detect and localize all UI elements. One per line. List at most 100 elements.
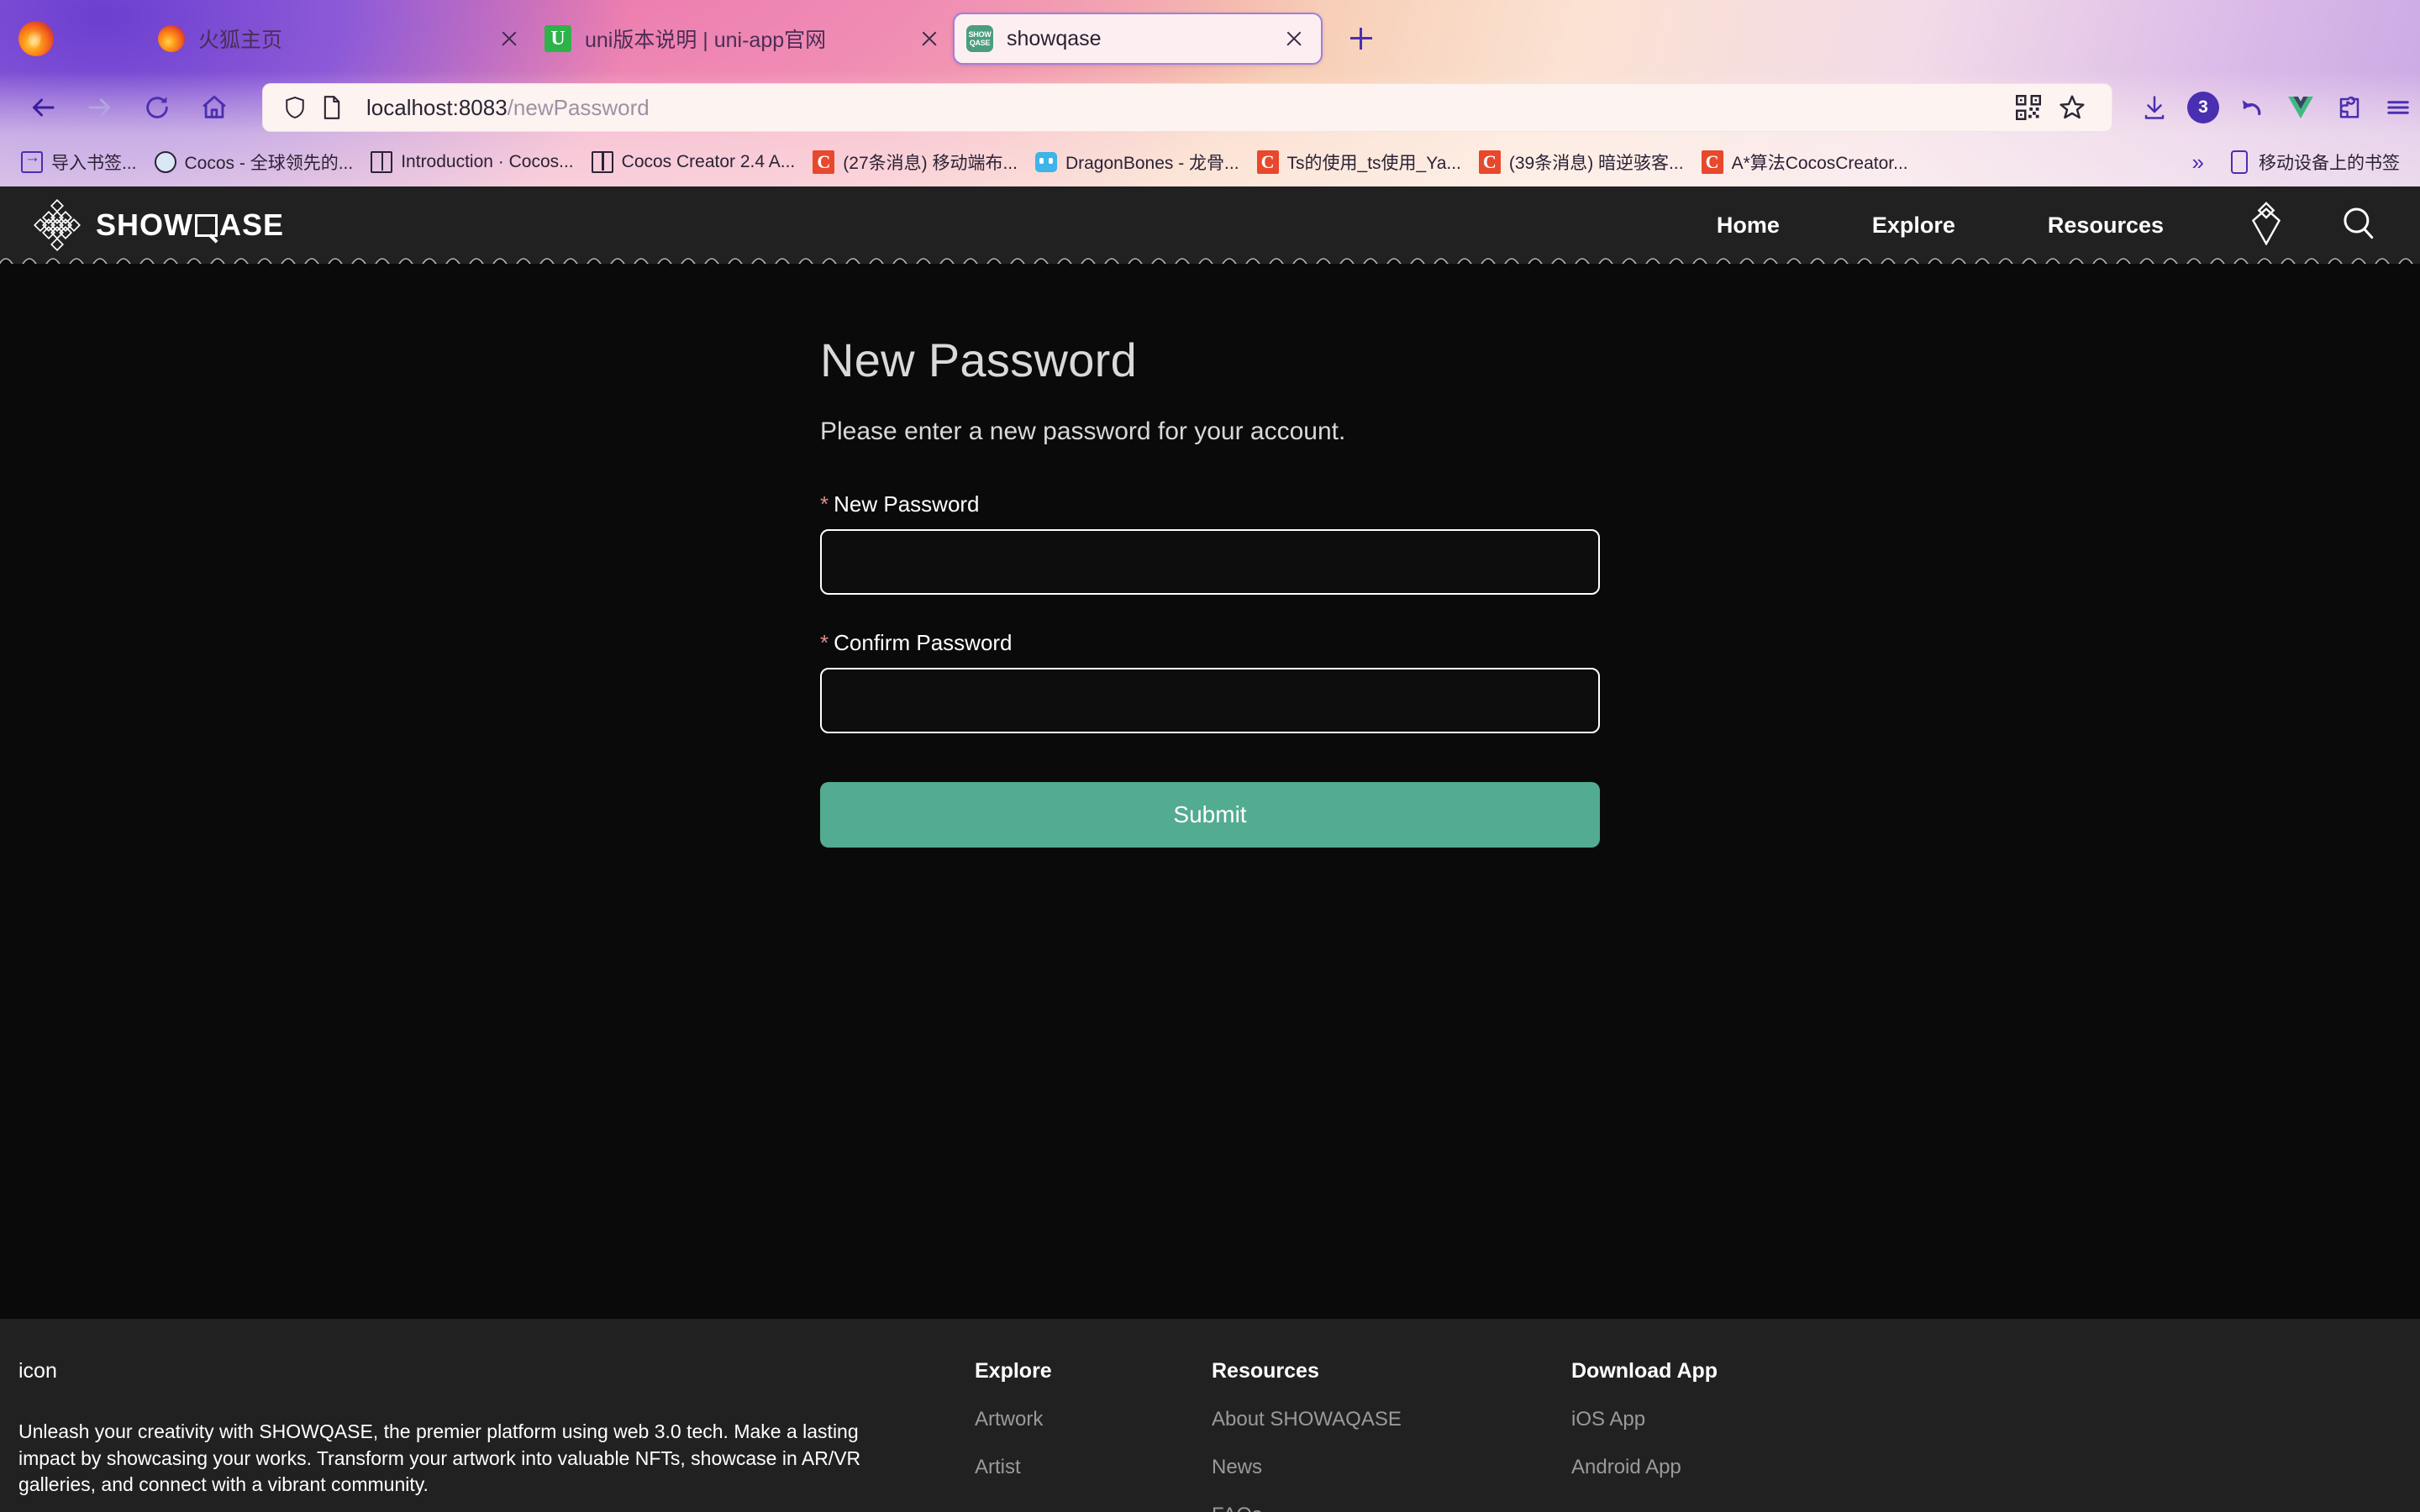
downloads-icon[interactable] (2133, 86, 2176, 129)
bookmark-label: Introduction · Cocos... (401, 152, 574, 171)
showqase-icon: SHOW QASE (966, 25, 993, 52)
bookmark-item[interactable]: Cocos Creator 2.4 A... (582, 143, 804, 181)
firefox-icon (158, 25, 185, 52)
badge-count: 3 (2187, 92, 2219, 123)
csdn-icon: C (1701, 150, 1724, 174)
new-password-form: New Password Please enter a new password… (820, 264, 1600, 848)
cocos-icon (154, 150, 177, 174)
footer-link-faqs[interactable]: FAQs (1212, 1504, 1571, 1512)
bookmarks-overflow-icon[interactable]: » (2177, 150, 2219, 176)
nav-icon-group (2250, 201, 2376, 249)
required-marker: * (820, 491, 829, 517)
menu-icon[interactable] (2376, 86, 2420, 129)
bookmark-item[interactable]: C (39条消息) 暗逆骇客... (1470, 143, 1692, 181)
field-label-text: New Password (834, 491, 980, 517)
bookmark-item[interactable]: Cocos - 全球领先的... (145, 143, 362, 181)
bookmark-label: (39条消息) 暗逆骇客... (1508, 154, 1684, 173)
book-icon (370, 150, 393, 174)
page-subtitle: Please enter a new password for your acc… (820, 417, 1346, 445)
footer-link-android[interactable]: Android App (1571, 1456, 1790, 1479)
brand-name-suffix: ASE (219, 207, 285, 242)
brand-logo[interactable]: SHOW ASE (34, 199, 284, 251)
gem-icon[interactable] (2250, 201, 2282, 249)
browser-tab[interactable]: 火狐主页 (146, 13, 466, 65)
sync-icon[interactable] (2230, 86, 2274, 129)
bookmark-item[interactable]: C A*算法CocosCreator... (1692, 143, 1917, 181)
footer-column-title: Resources (1212, 1359, 1319, 1383)
footer-description: Unleash your creativity with SHOWQASE, t… (18, 1420, 861, 1495)
brand-name-prefix: SHOW (96, 207, 193, 242)
tab-strip: 火狐主页 U uni版本说明 | uni-app官网 SHOW QASE show… (0, 0, 2420, 77)
extension-icon[interactable] (2328, 86, 2371, 129)
footer-link-news[interactable]: News (1212, 1456, 1571, 1479)
new-password-input[interactable] (820, 529, 1600, 595)
main-content: New Password Please enter a new password… (0, 264, 2420, 1319)
footer-brand-block: icon Unleash your creativity with SHOWQA… (0, 1359, 975, 1512)
nav-item-home[interactable]: Home (1717, 213, 1780, 239)
page-content: SHOW ASE Home Explore Resources New Pass… (0, 186, 2420, 1512)
forward-icon (77, 85, 123, 130)
nav-item-resources[interactable]: Resources (2048, 213, 2164, 239)
dragonbones-icon (1034, 150, 1058, 174)
footer-link-about[interactable]: About SHOWAQASE (1212, 1408, 1571, 1431)
tab-close-icon[interactable] (1279, 24, 1309, 54)
search-icon[interactable] (2341, 206, 2376, 245)
page-title: New Password (820, 333, 1138, 386)
back-icon[interactable] (20, 85, 66, 130)
url-text: localhost:8083/newPassword (366, 95, 2007, 121)
qrcode-icon[interactable] (2007, 86, 2050, 129)
site-footer: icon Unleash your creativity with SHOWQA… (0, 1319, 2420, 1512)
bookmark-item[interactable]: C (27条消息) 移动端布... (803, 143, 1026, 181)
bookmark-label: Cocos - 全球领先的... (184, 154, 354, 173)
vue-devtools-icon[interactable] (2279, 86, 2323, 129)
bookmarks-bar: 导入书签... Cocos - 全球领先的... Introduction · … (0, 138, 2420, 186)
confirm-password-input[interactable] (820, 668, 1600, 733)
bookmark-label: 导入书签... (51, 154, 137, 173)
url-path: /newPassword (507, 94, 650, 120)
footer-link-artwork[interactable]: Artwork (975, 1408, 1212, 1431)
csdn-icon: C (812, 150, 835, 174)
page-info-icon[interactable] (318, 93, 346, 122)
import-bookmarks-icon (20, 149, 44, 174)
required-marker: * (820, 630, 829, 655)
brand-q-icon (195, 213, 218, 237)
book-icon (591, 150, 614, 174)
footer-column-title: Explore (975, 1359, 1052, 1383)
browser-tab[interactable]: U uni版本说明 | uni-app官网 (533, 13, 886, 65)
footer-link-artist[interactable]: Artist (975, 1456, 1212, 1479)
reload-icon[interactable] (134, 85, 180, 130)
field-new-password: * New Password (820, 491, 1600, 595)
tab-close-icon[interactable] (914, 24, 944, 54)
tab-title: uni版本说明 | uni-app官网 (585, 29, 827, 52)
download-count-badge[interactable]: 3 (2181, 86, 2225, 129)
url-bar[interactable]: localhost:8083/newPassword (262, 83, 2112, 132)
submit-button[interactable]: Submit (820, 782, 1600, 848)
footer-icon-placeholder: icon (18, 1359, 57, 1383)
bookmark-label: 移动设备上的书签 (2259, 154, 2400, 173)
bookmark-import[interactable]: 导入书签... (12, 143, 145, 181)
browser-tab-active[interactable]: SHOW QASE showqase (953, 13, 1323, 65)
bookmark-star-icon[interactable] (2050, 86, 2094, 129)
bookmark-mobile[interactable]: 移动设备上的书签 (2219, 143, 2408, 181)
footer-link-ios[interactable]: iOS App (1571, 1408, 1790, 1431)
main-nav: Home Explore Resources (1670, 201, 2420, 249)
tab-title: showqase (1007, 26, 1102, 50)
brand-name: SHOW ASE (96, 207, 284, 243)
nav-item-explore[interactable]: Explore (1872, 213, 1955, 239)
firefox-logo-icon (18, 21, 54, 56)
bookmark-item[interactable]: C Ts的使用_ts使用_Ya... (1248, 143, 1470, 181)
footer-column-title: Download App (1571, 1359, 1718, 1383)
footer-link-columns: Explore Artwork Artist Resources About S… (975, 1359, 2420, 1512)
shield-icon[interactable] (281, 93, 309, 122)
diamond-lattice-icon (34, 199, 81, 251)
home-icon[interactable] (192, 85, 237, 130)
footer-column-resources: Resources About SHOWAQASE News FAQs Cont… (1212, 1359, 1571, 1512)
tab-close-icon[interactable] (494, 24, 524, 54)
bookmark-item[interactable]: DragonBones - 龙骨... (1026, 143, 1248, 181)
new-tab-button[interactable] (1341, 18, 1381, 59)
uni-app-icon: U (544, 25, 571, 52)
bookmark-item[interactable]: Introduction · Cocos... (361, 143, 581, 181)
browser-chrome: 火狐主页 U uni版本说明 | uni-app官网 SHOW QASE show… (0, 0, 2420, 186)
tab-title: 火狐主页 (198, 29, 283, 52)
site-header: SHOW ASE Home Explore Resources (0, 186, 2420, 274)
